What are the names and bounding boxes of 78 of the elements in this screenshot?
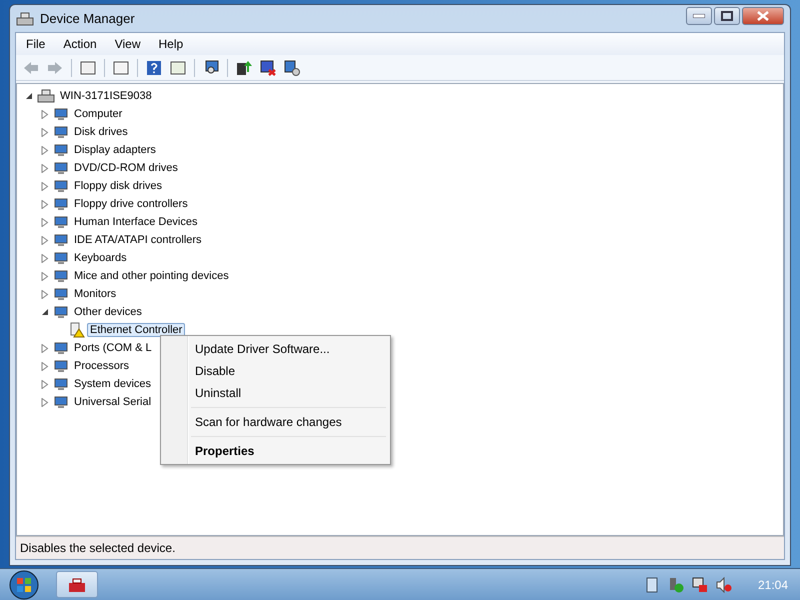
device-manager-icon: [16, 10, 34, 26]
tree-item[interactable]: DVD/CD-ROM drives: [71, 161, 181, 175]
device-icon: [53, 376, 69, 392]
expand-arrow-icon[interactable]: [39, 234, 51, 246]
menu-item[interactable]: Update Driver Software...: [163, 338, 388, 360]
device-icon: [53, 106, 69, 122]
uninstall-icon: [260, 60, 276, 76]
device-icon: [53, 394, 69, 410]
tree-item[interactable]: Floppy disk drives: [71, 179, 166, 193]
minimize-icon: [693, 14, 705, 18]
device-icon: [53, 268, 69, 284]
computer-icon: [37, 88, 55, 104]
tree-item[interactable]: IDE ATA/ATAPI controllers: [71, 233, 205, 247]
device-icon: [53, 232, 69, 248]
device-icon: [53, 340, 69, 356]
expand-arrow-icon[interactable]: [39, 162, 51, 174]
menu-item[interactable]: Uninstall: [163, 382, 388, 404]
panel-icon: [80, 60, 96, 76]
menu-item[interactable]: Properties: [163, 440, 388, 462]
device-icon: [53, 286, 69, 302]
menu-item[interactable]: Disable: [163, 360, 388, 382]
device-icon: [53, 214, 69, 230]
taskbar-app-button[interactable]: [56, 571, 98, 598]
expand-arrow-icon[interactable]: [39, 180, 51, 192]
expand-arrow-icon[interactable]: [39, 288, 51, 300]
status-bar: Disables the selected device.: [16, 536, 784, 559]
tree-item[interactable]: Disk drives: [71, 125, 131, 139]
device-icon: [53, 124, 69, 140]
menu-item[interactable]: Action: [55, 35, 105, 53]
tree-item[interactable]: Processors: [71, 359, 132, 373]
tree-item[interactable]: Ethernet Controller: [87, 323, 186, 337]
expand-arrow-icon[interactable]: [39, 270, 51, 282]
muted-speaker-icon[interactable]: [716, 576, 732, 592]
tree-item[interactable]: Other devices: [71, 305, 145, 319]
tree-item[interactable]: WIN-3171ISE9038: [57, 89, 155, 103]
menu-item[interactable]: Help: [150, 35, 192, 53]
tree-item[interactable]: Universal Serial: [71, 395, 154, 409]
expand-arrow-icon[interactable]: [39, 216, 51, 228]
expand-arrow-icon[interactable]: [39, 396, 51, 408]
tree-item[interactable]: Floppy drive controllers: [71, 197, 191, 211]
device-icon: [53, 250, 69, 266]
forward-arrow-icon: [47, 60, 63, 74]
toolbox-icon: [68, 576, 86, 592]
device-icon: [53, 358, 69, 374]
maximize-icon: [721, 11, 733, 21]
expand-arrow-icon[interactable]: [39, 144, 51, 156]
device-icon: [53, 304, 69, 320]
expand-arrow-icon[interactable]: [39, 252, 51, 264]
tree-item[interactable]: Keyboards: [71, 251, 130, 265]
list-icon: [113, 60, 129, 76]
tree-item[interactable]: Display adapters: [71, 143, 159, 157]
window-title: Device Manager: [40, 11, 135, 26]
device-icon: [53, 160, 69, 176]
expand-arrow-icon[interactable]: [39, 378, 51, 390]
device-icon: [53, 196, 69, 212]
panel-icon: [170, 60, 186, 76]
help-icon: [146, 60, 162, 76]
tree-item[interactable]: Computer: [71, 107, 126, 121]
close-button[interactable]: [742, 7, 784, 25]
expand-arrow-icon[interactable]: [39, 342, 51, 354]
expand-arrow-icon[interactable]: [39, 108, 51, 120]
close-icon: [757, 11, 769, 21]
menu-item[interactable]: Scan for hardware changes: [163, 411, 388, 433]
expand-arrow-icon[interactable]: [39, 198, 51, 210]
tree-item[interactable]: Mice and other pointing devices: [71, 269, 232, 283]
back-arrow-icon: [23, 60, 39, 74]
minimize-button[interactable]: [686, 7, 712, 25]
tree-item[interactable]: System devices: [71, 377, 154, 391]
tree-item[interactable]: Ports (COM & L: [71, 341, 155, 355]
maximize-button[interactable]: [714, 7, 740, 25]
device-icon: [53, 142, 69, 158]
expand-arrow-icon[interactable]: [39, 360, 51, 372]
tree-item[interactable]: Human Interface Devices: [71, 215, 200, 229]
device-icon: [53, 178, 69, 194]
tree-item[interactable]: Monitors: [71, 287, 120, 301]
expand-arrow-icon[interactable]: [39, 126, 51, 138]
menu-item[interactable]: View: [106, 35, 148, 53]
menu-item[interactable]: File: [18, 35, 54, 53]
